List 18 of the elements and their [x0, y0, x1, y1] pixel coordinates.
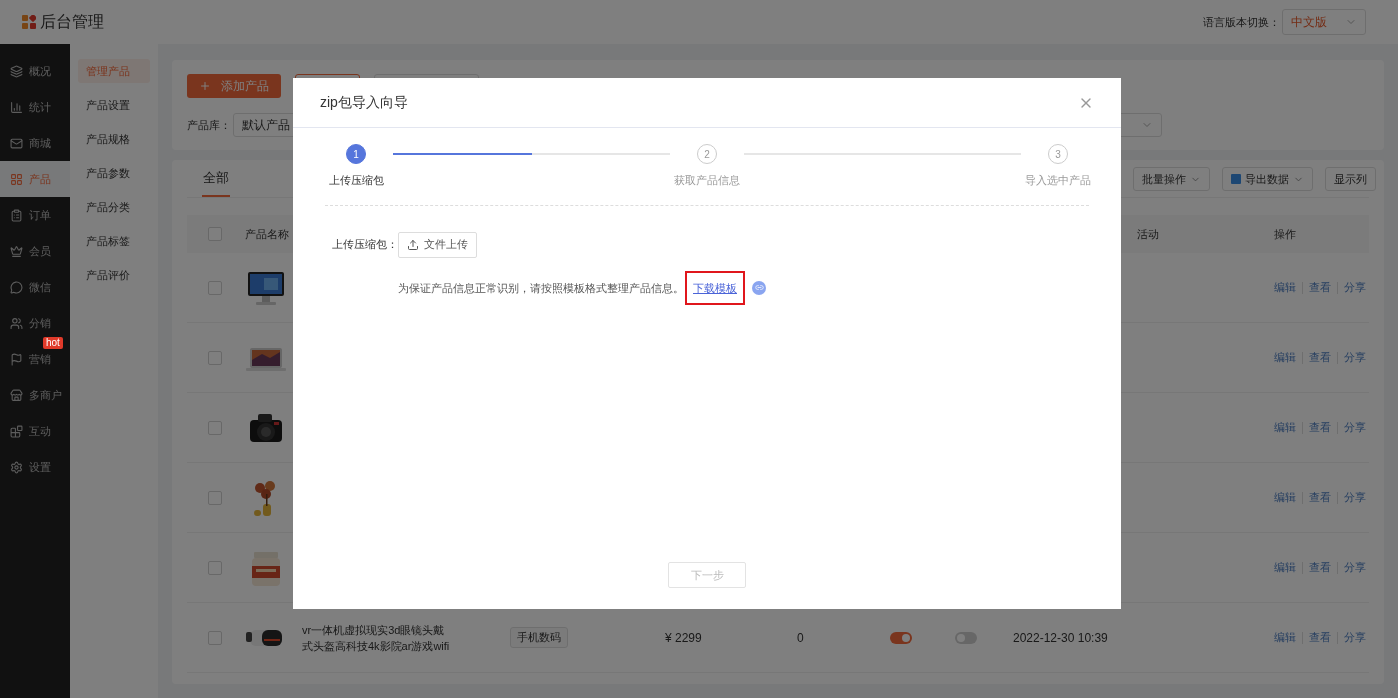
column-header: 操作 — [1273, 226, 1297, 242]
step-label: 导入选中产品 — [1025, 173, 1091, 188]
stock: 0 — [797, 630, 804, 645]
date: 2022-12-30 10:39 — [1013, 630, 1108, 645]
hot-badge: hot — [43, 337, 63, 349]
step-label: 获取产品信息 — [674, 173, 740, 188]
price: ¥ 2299 — [665, 630, 702, 645]
hint-text: 为保证产品信息正常识别，请按照模板格式整理产品信息。 — [398, 280, 684, 296]
column-header: 活动 — [1136, 226, 1160, 242]
modal-title: zip包导入向导 — [320, 93, 408, 112]
library-label: 产品库： — [187, 117, 231, 133]
category-tag: 手机数码 — [510, 627, 568, 648]
step-label: 上传压缩包 — [328, 173, 384, 188]
upload-label: 上传压缩包： — [331, 237, 398, 253]
app-title: 后台管理 — [40, 12, 104, 32]
language-label: 语言版本切换： — [1203, 14, 1280, 30]
product-name: vr一体机虚拟现实3d眼镜头戴式头盔高科技4k影院ar游戏wifi — [302, 622, 451, 654]
column-header: 产品名称 — [244, 226, 290, 242]
